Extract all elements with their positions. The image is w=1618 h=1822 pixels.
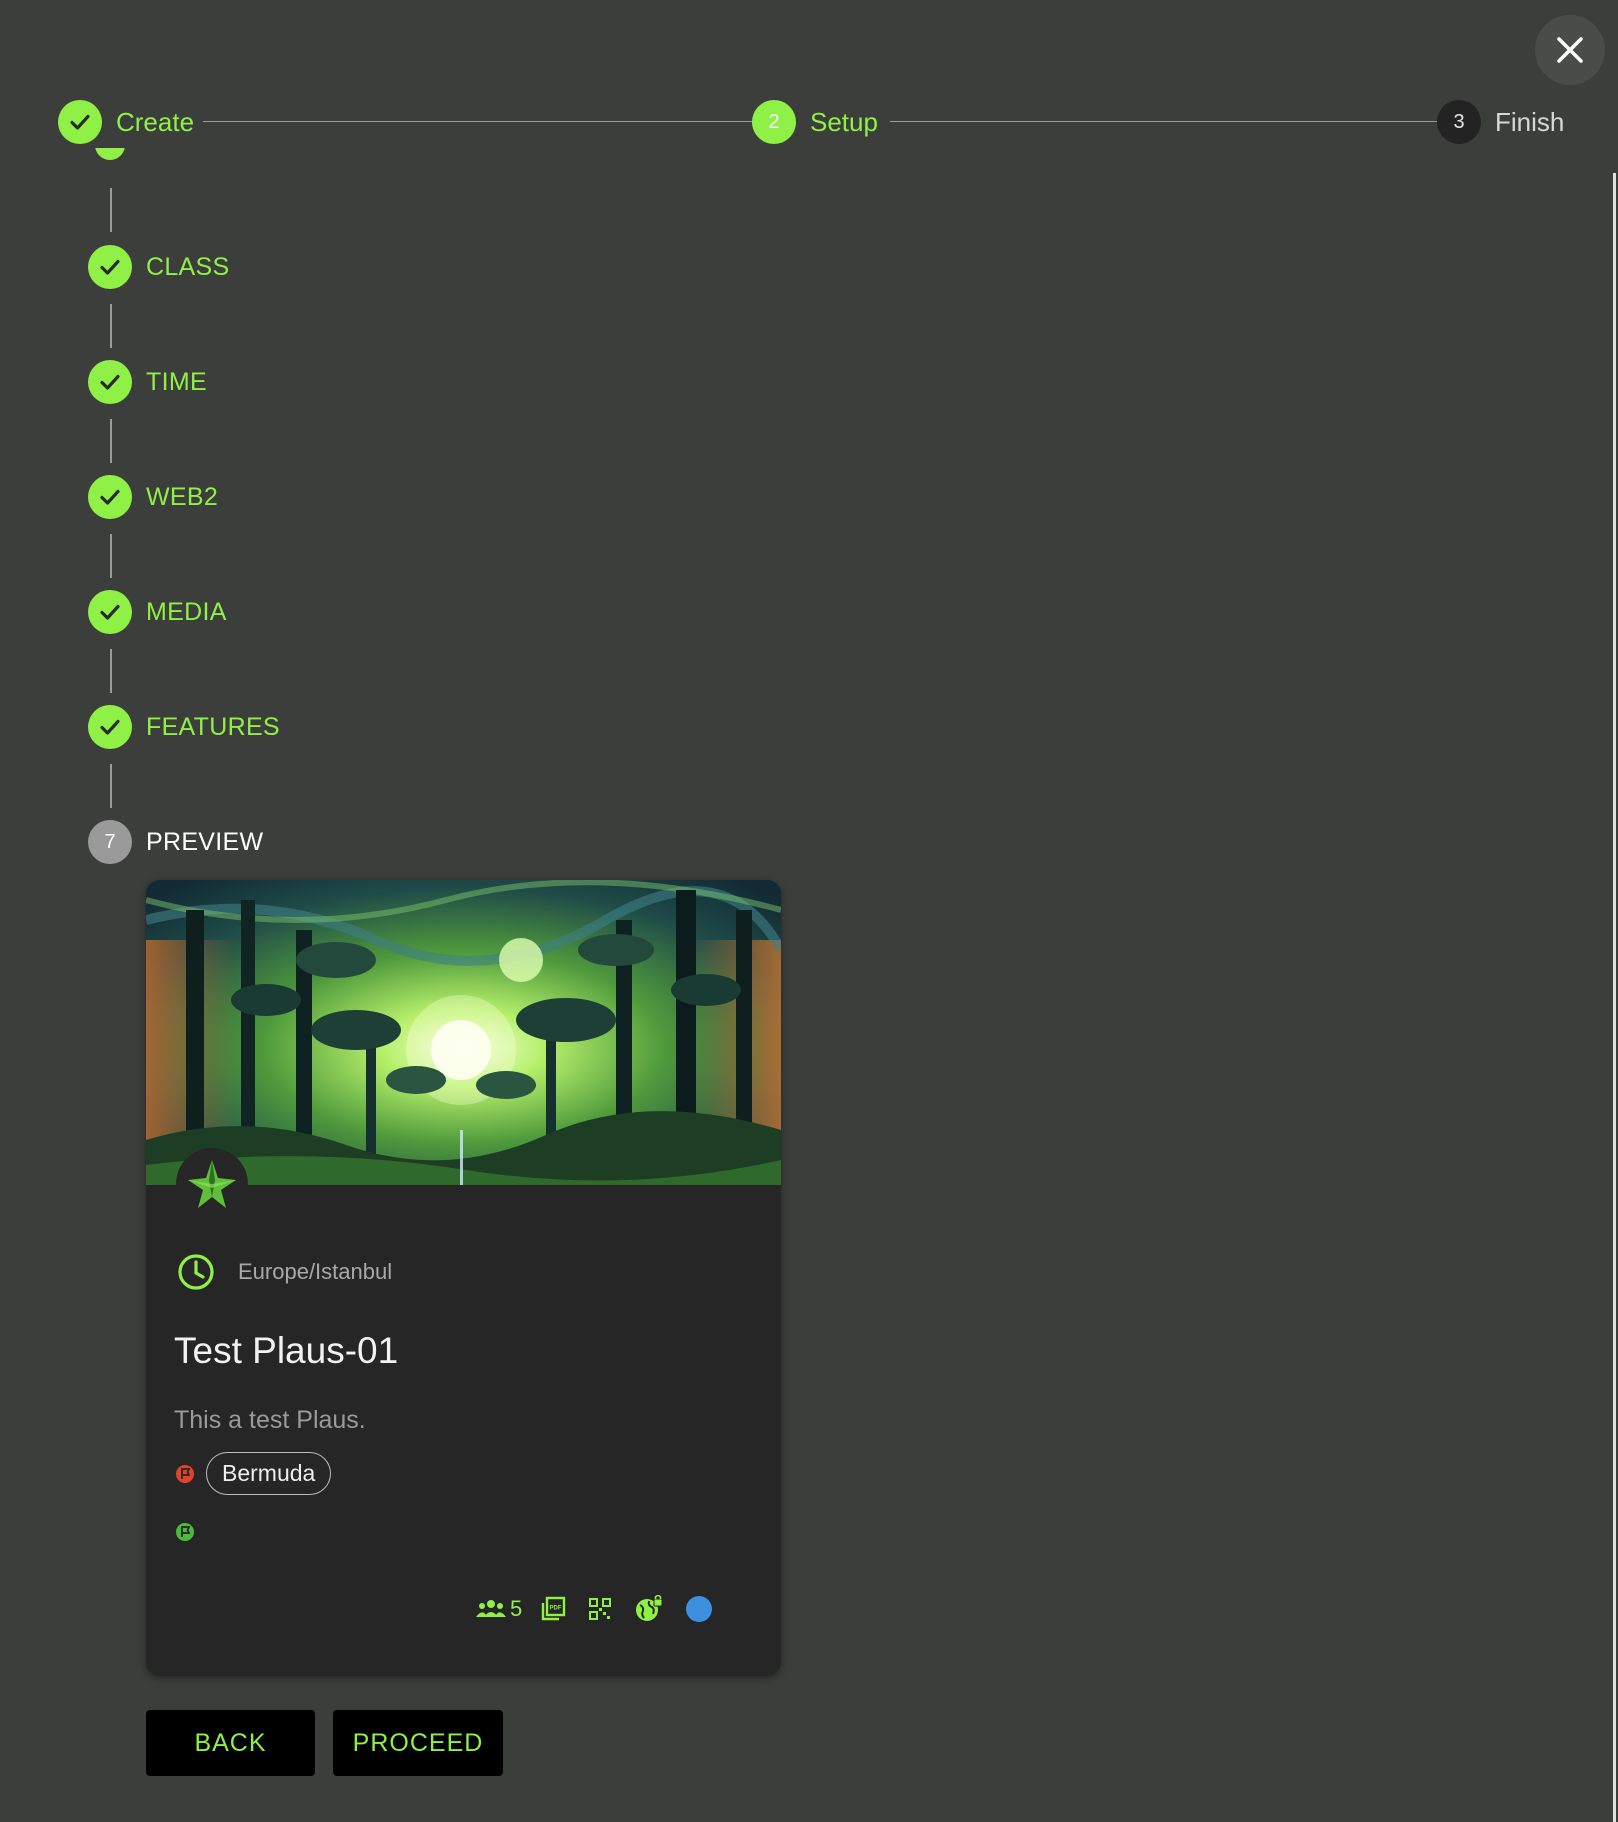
card-title: Test Plaus-01 <box>174 1330 399 1371</box>
step-number: 2 <box>752 100 796 144</box>
check-icon <box>88 245 132 289</box>
close-icon <box>1557 37 1583 63</box>
step-label: Setup <box>810 106 878 137</box>
vstep-label: FEATURES <box>146 712 280 741</box>
step-connector <box>110 764 112 808</box>
pdf-feature[interactable]: PDF <box>540 1596 566 1622</box>
timezone-text: Europe/Istanbul <box>238 1259 393 1284</box>
card-cover-image <box>146 880 781 1185</box>
proceed-button[interactable]: PROCEED <box>333 1710 503 1776</box>
tag-row: Bermuda <box>174 1452 332 1495</box>
plaus-logo <box>176 1148 248 1220</box>
scrollbar[interactable] <box>1613 173 1616 1822</box>
check-icon <box>88 475 132 519</box>
qr-feature[interactable] <box>588 1597 612 1621</box>
check-icon <box>88 705 132 749</box>
status-dot <box>686 1596 713 1622</box>
location-chip[interactable]: Bermuda <box>206 1452 332 1495</box>
check-icon <box>58 100 102 144</box>
vstep-label: TIME <box>146 367 207 396</box>
step-create[interactable]: Create <box>58 100 194 144</box>
card-description: This a test Plaus. <box>174 1406 366 1434</box>
step-setup[interactable]: 2 Setup <box>752 100 878 144</box>
svg-text:PDF: PDF <box>550 1606 562 1612</box>
previous-step-circle <box>95 148 125 173</box>
preview-card: Europe/Istanbul Test Plaus-01 This a tes… <box>146 880 781 1676</box>
check-icon <box>88 360 132 404</box>
check-icon <box>88 590 132 634</box>
qr-code-icon <box>589 1598 612 1620</box>
vstep-label: PREVIEW <box>146 827 264 856</box>
horizontal-stepper: Create 2 Setup 3 Finish <box>58 100 1568 144</box>
vstep-time[interactable]: TIME <box>88 360 207 404</box>
step-connector <box>890 121 1480 122</box>
step-number: 3 <box>1437 100 1481 144</box>
vstep-features[interactable]: FEATURES <box>88 705 280 749</box>
feature-icons: 5 PDF <box>476 1595 713 1623</box>
step-connector <box>110 304 112 348</box>
pdf-icon: PDF <box>542 1596 566 1621</box>
flag-icon <box>176 1523 194 1541</box>
close-button[interactable] <box>1535 15 1605 85</box>
vstep-label: WEB2 <box>146 482 219 511</box>
group-icon <box>476 1600 506 1617</box>
step-connector <box>110 534 112 578</box>
vstep-media[interactable]: MEDIA <box>88 590 227 634</box>
step-number: 7 <box>88 820 132 864</box>
back-button[interactable]: BACK <box>146 1710 315 1776</box>
step-connector <box>110 419 112 463</box>
vstep-label: MEDIA <box>146 597 227 626</box>
step-finish[interactable]: 3 Finish <box>1437 100 1564 144</box>
vstep-label: CLASS <box>146 252 230 281</box>
members-feature: 5 <box>476 1596 522 1622</box>
step-connector <box>110 649 112 693</box>
vstep-class[interactable]: CLASS <box>88 245 229 289</box>
step-label: Create <box>116 106 195 137</box>
globe-lock-icon <box>636 1595 663 1621</box>
secondary-flag <box>174 1521 196 1548</box>
step-label: Finish <box>1495 106 1565 137</box>
step-connector <box>110 188 112 232</box>
vstep-preview[interactable]: 7 PREVIEW <box>88 820 263 864</box>
step-connector <box>203 121 793 122</box>
star-logo-icon <box>188 1160 236 1208</box>
vstep-web2[interactable]: WEB2 <box>88 475 218 519</box>
privacy-feature[interactable] <box>634 1595 664 1623</box>
flag-icon <box>176 1464 194 1483</box>
clock-icon <box>178 1254 214 1290</box>
timezone-row: Europe/Istanbul <box>176 1252 392 1292</box>
member-count: 5 <box>510 1596 523 1621</box>
